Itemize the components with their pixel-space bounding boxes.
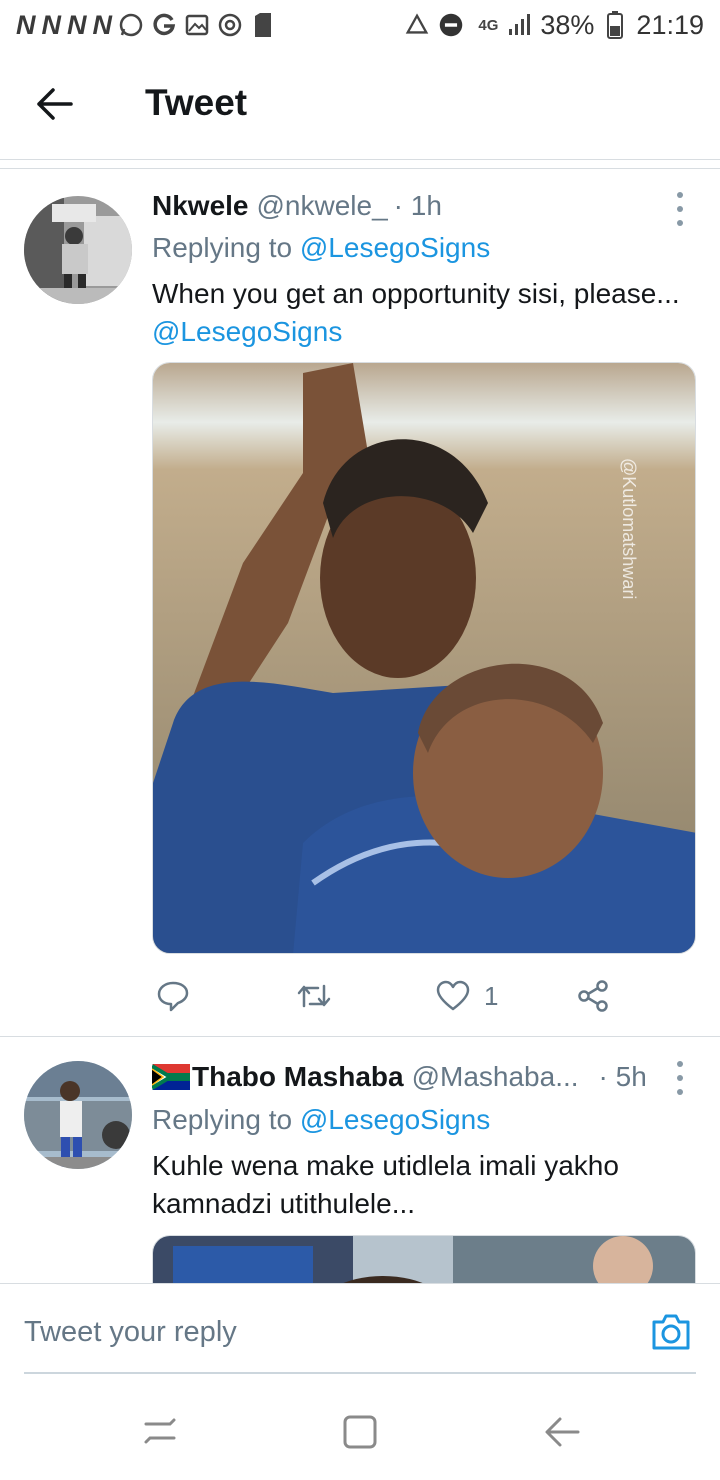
reply-input-underline xyxy=(24,1372,696,1374)
image-watermark: @Kutlomatshwari xyxy=(619,458,639,599)
like-count: 1 xyxy=(484,980,499,1011)
retweet-icon xyxy=(297,984,331,1008)
recent-apps-button[interactable] xyxy=(140,1412,180,1452)
camera-icon xyxy=(652,1314,690,1350)
battery-icon xyxy=(602,11,628,39)
gallery-icon xyxy=(184,12,210,38)
sd-card-icon xyxy=(250,12,276,38)
tweet-text: When you get an opportunity sisi, please… xyxy=(152,275,682,351)
tweet-image[interactable] xyxy=(152,1235,696,1283)
camera-button[interactable] xyxy=(650,1312,692,1352)
notification-icon: N xyxy=(92,9,112,40)
replying-to: Replying to @LesegoSigns xyxy=(152,1104,490,1136)
tweet-text: Kuhle wena make utidlela imali yakho kam… xyxy=(152,1150,619,1219)
battery-percent: 38% xyxy=(540,9,595,40)
notification-icon: N xyxy=(67,9,86,40)
google-icon xyxy=(151,12,177,38)
mention-link[interactable]: @LesegoSigns xyxy=(152,316,342,347)
recent-apps-icon xyxy=(144,1418,176,1444)
like-button[interactable]: 1 xyxy=(436,980,498,1012)
system-nav-bar xyxy=(0,1376,720,1480)
display-name[interactable]: Nkwele xyxy=(152,190,249,222)
reply-tweet[interactable]: Nkwele @nkwele_ · 1h Replying to @Lesego… xyxy=(0,170,720,1036)
do-not-disturb-icon xyxy=(438,12,464,38)
top-app-bar: Tweet xyxy=(0,50,720,160)
notification-icon: N xyxy=(41,9,61,40)
replying-to-label: Replying to xyxy=(152,232,300,263)
tweet-header: Nkwele @nkwele_ · 1h xyxy=(152,190,442,222)
retweet-button[interactable] xyxy=(296,980,332,1012)
notification-icon: N xyxy=(16,9,35,40)
page-title: Tweet xyxy=(145,82,248,123)
clock: 21:19 xyxy=(636,9,704,40)
back-button[interactable] xyxy=(30,84,80,124)
avatar[interactable] xyxy=(24,196,132,304)
share-icon xyxy=(578,980,608,1012)
reply-button[interactable] xyxy=(156,979,190,1013)
share-button[interactable] xyxy=(576,979,610,1013)
reply-composer: Tweet your reply xyxy=(0,1283,720,1375)
status-bar: N N N N 4G 38% 21:19 xyxy=(0,0,720,50)
reply-input[interactable]: Tweet your reply xyxy=(24,1316,237,1349)
display-name[interactable]: Thabo Mashaba xyxy=(192,1061,404,1093)
mention-link[interactable]: @LesegoSigns xyxy=(300,232,490,263)
signal-icon xyxy=(506,12,532,38)
whatsapp-icon xyxy=(118,12,144,38)
status-bar-left: N N N N xyxy=(16,10,276,41)
network-type: 4G xyxy=(478,16,499,34)
timestamp: · 5h xyxy=(598,1061,647,1092)
home-button[interactable] xyxy=(340,1412,380,1452)
recycle-icon xyxy=(404,12,430,38)
user-handle[interactable]: @Mashaba... xyxy=(412,1061,579,1093)
timestamp: · 1h xyxy=(393,190,442,221)
tweet-image[interactable]: @Kutlomatshwari xyxy=(152,362,696,954)
mention-link[interactable]: @LesegoSigns xyxy=(300,1104,490,1135)
status-bar-right: 4G 38% 21:19 xyxy=(404,10,704,41)
tweet-actions: 1 xyxy=(152,976,622,1016)
more-options-icon[interactable] xyxy=(674,192,686,226)
chrome-icon xyxy=(217,12,243,38)
back-arrow-icon xyxy=(545,1417,580,1447)
reply-tweet[interactable]: Thabo Mashaba @Mashaba... · 5h Replying … xyxy=(0,1037,720,1283)
user-handle[interactable]: @nkwele_ xyxy=(257,190,388,222)
heart-icon xyxy=(436,980,470,1011)
comment-icon xyxy=(157,981,189,1012)
replying-to: Replying to @LesegoSigns xyxy=(152,232,490,264)
more-options-icon[interactable] xyxy=(674,1061,686,1095)
system-back-button[interactable] xyxy=(542,1412,582,1452)
divider xyxy=(0,168,720,169)
avatar[interactable] xyxy=(24,1061,132,1169)
tweet-body: When you get an opportunity sisi, please… xyxy=(152,278,680,309)
home-icon xyxy=(343,1415,377,1449)
replying-to-label: Replying to xyxy=(152,1104,300,1135)
south-africa-flag-icon xyxy=(150,1064,192,1090)
tweet-header: Thabo Mashaba @Mashaba... · 5h xyxy=(150,1061,647,1093)
arrow-left-icon xyxy=(37,88,73,120)
